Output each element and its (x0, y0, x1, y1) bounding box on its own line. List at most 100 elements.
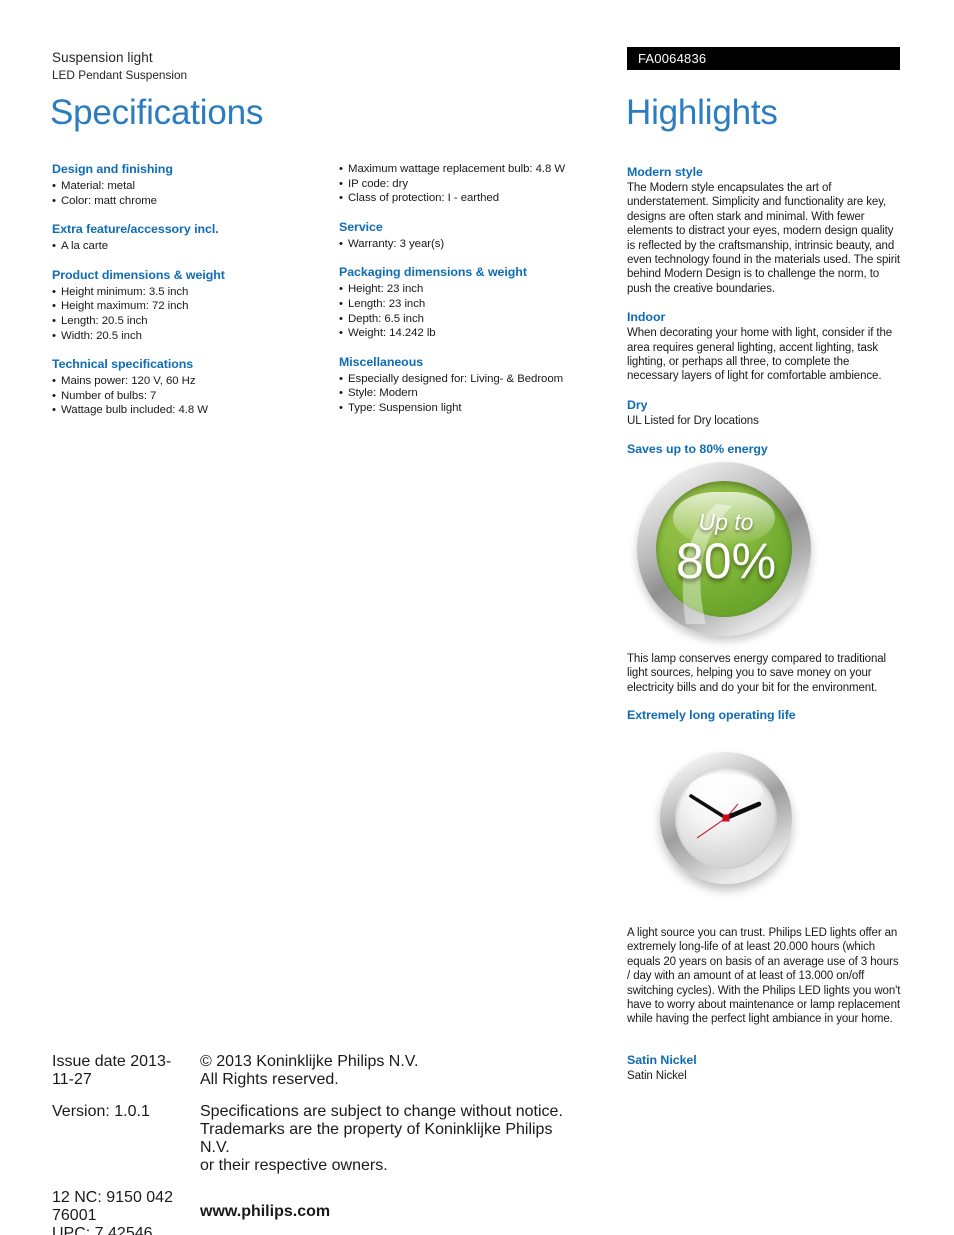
spec-item-label: Color: matt chrome (61, 194, 157, 207)
highlight-body: The Modern style encapsulates the art of… (627, 182, 901, 295)
bullet-icon: • (339, 387, 343, 400)
bullet-icon: • (52, 329, 56, 342)
spec-item-label: Especially designed for: Living- & Bedro… (348, 372, 564, 385)
long-life-clock-graphic (627, 742, 822, 902)
footer-disclaimer-line-3: or their respective owners. (200, 1157, 388, 1174)
spec-item-label: Height minimum: 3.5 inch (61, 285, 189, 298)
spec-group-heading: Service (339, 219, 383, 234)
clock-bezel (660, 752, 792, 884)
spec-item-label: Warranty: 3 year(s) (348, 237, 445, 250)
spec-item: • Color: matt chrome (52, 194, 332, 209)
spec-group: • Maximum wattage replacement bulb: 4.8 W… (339, 162, 619, 206)
spec-item: • Warranty: 3 year(s) (339, 237, 619, 252)
spec-item: • Mains power: 120 V, 60 Hz (52, 374, 332, 389)
spec-item-label: Length: 23 inch (348, 297, 426, 310)
spec-item: • IP code: dry (339, 177, 619, 192)
footer-upc-code: UPC: 7 42546 20463 3 (52, 1225, 153, 1235)
product-name: LED Pendant Suspension (52, 68, 188, 82)
highlight-body: UL Listed for Dry locations (627, 414, 759, 427)
spec-item: • Height maximum: 72 inch (52, 299, 332, 314)
spec-item: • Material: metal (52, 179, 332, 194)
lifetime-body-wrap: A light source you can trust. Philips LE… (627, 926, 904, 1027)
highlight-block: Modern style The Modern style encapsulate… (627, 164, 902, 296)
bullet-icon: • (52, 240, 56, 253)
spec-item: • Depth: 6.5 inch (339, 312, 619, 327)
footer-copyright: © 2013 Koninklijke Philips N.V. All Righ… (200, 1053, 572, 1089)
footer-block-codes: 12 NC: 9150 042 76001 UPC: 7 42546 20463… (52, 1189, 572, 1235)
footer-block-version: Version: 1.0.1 Specifications are subjec… (52, 1103, 572, 1175)
highlights-column: Modern style The Modern style encapsulate… (627, 164, 902, 470)
spec-group: Design and finishing • Material: metal • Col… (52, 162, 332, 208)
footer-disclaimer: Specifications are subject to change wit… (200, 1103, 572, 1175)
spec-item-label: Height maximum: 72 inch (61, 300, 189, 313)
bullet-icon: • (339, 297, 343, 310)
spec-item-label: Weight: 14.242 lb (348, 327, 436, 340)
product-code-bar: FA0064836 (627, 47, 900, 70)
spec-group-heading: Product dimensions & weight (52, 267, 225, 282)
highlight-block: Indoor When decorating your home with lig… (627, 309, 902, 384)
bullet-icon: • (339, 312, 343, 325)
spec-item-label: Material: metal (61, 180, 135, 192)
spec-item: • Style: Modern (339, 386, 619, 401)
spec-item-label: Width: 20.5 inch (61, 329, 142, 342)
spec-group: Miscellaneous • Especially designed for: L… (339, 355, 619, 416)
spec-group-heading: Packaging dimensions & weight (339, 265, 527, 280)
badge-ring (637, 462, 811, 636)
badge-swoosh-icon (682, 504, 732, 624)
page-title-highlights: Highlights (626, 93, 778, 132)
spec-item: • Length: 23 inch (339, 297, 619, 312)
highlight-finish: Satin Nickel Satin Nickel (627, 1052, 902, 1083)
bullet-icon: • (52, 180, 56, 192)
bullet-icon: • (52, 404, 56, 417)
spec-item: • Weight: 14.242 lb (339, 326, 619, 341)
bullet-icon: • (339, 163, 343, 175)
bullet-icon: • (339, 283, 343, 296)
footer-version: Version: 1.0.1 (52, 1103, 150, 1120)
bullet-icon: • (52, 300, 56, 313)
highlight-body: When decorating your home with light, co… (627, 327, 893, 383)
bullet-icon: • (339, 237, 343, 250)
spec-item-label: A la carte (61, 240, 108, 253)
bullet-icon: • (339, 372, 343, 385)
highlight-block: Dry UL Listed for Dry locations (627, 397, 902, 428)
footer-copyright-line-1: © 2013 Koninklijke Philips N.V. (200, 1053, 419, 1070)
footer-website-wrap: www.philips.com (200, 1189, 572, 1221)
spec-item-label: Mains power: 120 V, 60 Hz (61, 375, 196, 388)
spec-item-label: IP code: dry (348, 177, 408, 190)
lifetime-heading-wrap: Extremely long operating life (627, 707, 902, 724)
spec-group: Product dimensions & weight • Height minim… (52, 268, 332, 343)
bullet-icon: • (52, 375, 56, 388)
highlight-heading: Indoor (627, 310, 666, 325)
footer-disclaimer-line-1: Specifications are subject to change wit… (200, 1103, 563, 1120)
spec-item: • Maximum wattage replacement bulb: 4.8 W (339, 162, 619, 177)
spec-item-label: Depth: 6.5 inch (348, 312, 424, 325)
bullet-icon: • (52, 314, 56, 327)
product-type: Suspension light (52, 50, 153, 65)
specifications-column-1: Design and finishing • Material: metal • Col… (52, 162, 332, 418)
spec-group-heading: Technical specifications (52, 357, 194, 372)
footer-website[interactable]: www.philips.com (200, 1203, 572, 1221)
spec-group-heading: Design and finishing (52, 162, 173, 176)
spec-item: • Especially designed for: Living- & Bedr… (339, 372, 619, 387)
highlight-energy-body: This lamp conserves energy compared to t… (627, 653, 886, 694)
clock-hands-icon (689, 794, 762, 839)
spec-group-heading: Miscellaneous (339, 354, 424, 369)
highlight-heading: Dry (627, 397, 648, 412)
footer-block-copyright: Issue date 2013-11-27 © 2013 Koninklijke… (52, 1053, 572, 1089)
spec-sheet-page: Suspension light LED Pendant Suspension … (0, 0, 954, 1235)
spec-group-heading: Extra feature/accessory incl. (52, 222, 219, 237)
highlight-finish-heading: Satin Nickel (627, 1053, 697, 1067)
spec-item-label: Number of bulbs: 7 (61, 389, 157, 402)
energy-savings-badge: Up to 80% (627, 452, 822, 648)
bullet-icon: • (339, 192, 343, 205)
bullet-icon: • (339, 177, 343, 190)
spec-item: • Wattage bulb included: 4.8 W (52, 403, 332, 418)
bullet-icon: • (52, 389, 56, 402)
page-title-specifications: Specifications (50, 93, 264, 132)
spec-item: • A la carte (52, 239, 332, 254)
spec-item-label: Length: 20.5 inch (61, 314, 148, 327)
highlights-text-blocks: Modern style The Modern style encapsulate… (627, 164, 902, 428)
spec-item: • Class of protection: I - earthed (339, 191, 619, 206)
spec-item-label: Height: 23 inch (348, 283, 424, 296)
spec-group: Service • Warranty: 3 year(s) (339, 220, 619, 252)
